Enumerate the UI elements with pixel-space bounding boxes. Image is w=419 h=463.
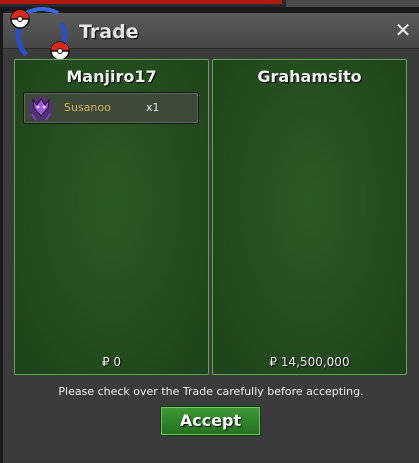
trade-window: Trade ✕ Manjiro17 Susanoo x1 ₽ 0 Grahams… — [3, 7, 419, 463]
left-trade-panel: Manjiro17 Susanoo x1 ₽ 0 — [14, 59, 209, 375]
trade-notice: Please check over the Trade carefully be… — [58, 385, 364, 398]
right-money-amount: ₽ 14,500,000 — [269, 355, 350, 369]
background-bar — [286, 0, 419, 7]
right-player-name: Grahamsito — [257, 67, 362, 86]
close-icon[interactable]: ✕ — [393, 20, 413, 40]
item-name: Susanoo — [64, 101, 111, 114]
window-title: Trade — [79, 21, 139, 43]
susanoo-icon — [29, 97, 53, 121]
left-money-amount: ₽ 0 — [101, 355, 122, 369]
item-quantity: x1 — [146, 101, 160, 114]
left-player-name: Manjiro17 — [66, 67, 157, 86]
accept-button[interactable]: Accept — [160, 406, 261, 436]
right-trade-panel: Grahamsito ₽ 14,500,000 — [212, 59, 407, 375]
trade-item-slot[interactable]: Susanoo x1 — [23, 92, 199, 124]
